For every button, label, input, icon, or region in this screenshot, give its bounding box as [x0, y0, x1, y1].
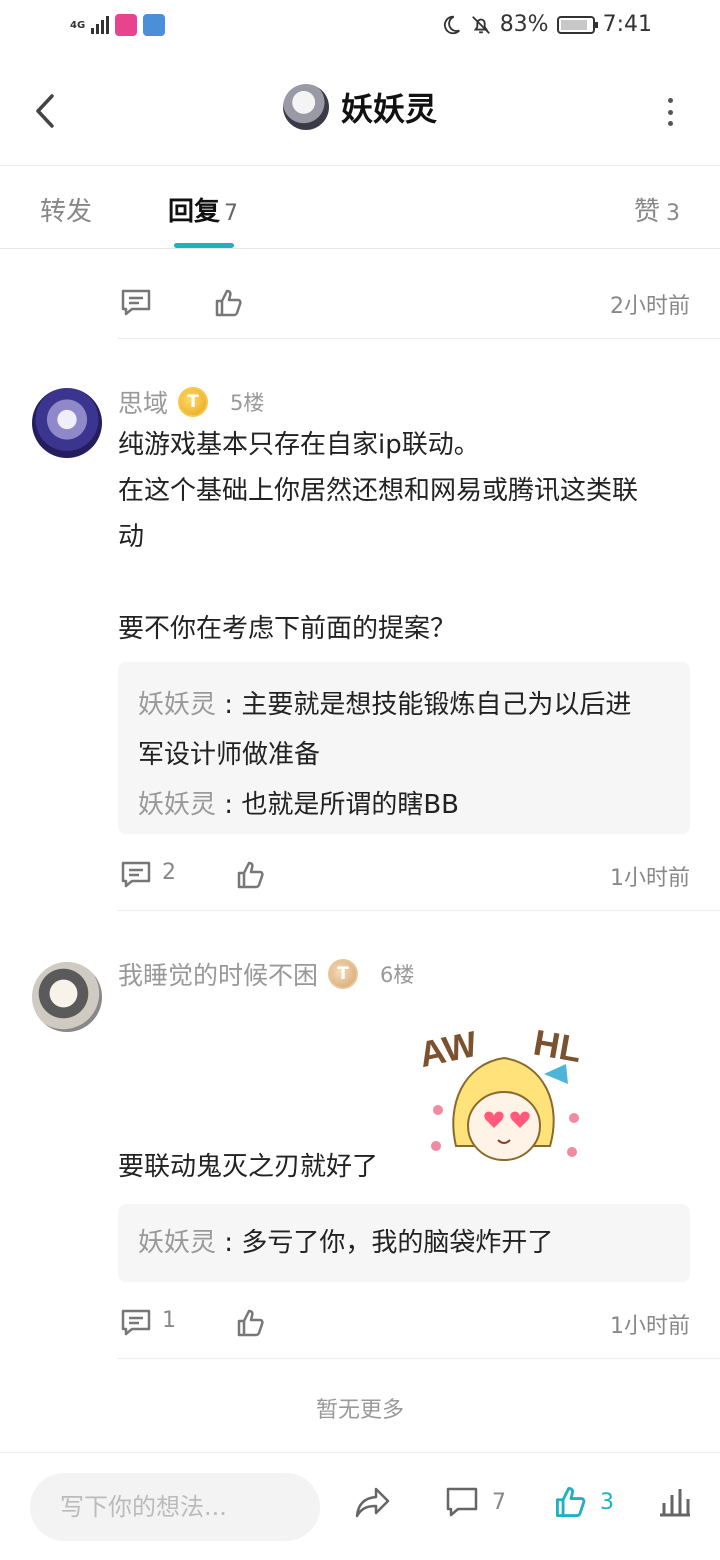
comment-bubble-icon [446, 1487, 478, 1517]
more-options-icon[interactable] [664, 98, 676, 126]
post-line: 动 [118, 522, 145, 552]
divider [118, 910, 720, 911]
tab-bar: 转发 回复 7 赞3 [0, 167, 720, 249]
level-badge-icon: T [178, 387, 209, 417]
action-row: 2小时前 [118, 282, 690, 322]
post-line: 在这个基础上你居然还想和网易或腾讯这类联 [118, 476, 639, 506]
comment-count: 2 [162, 860, 176, 885]
sub-replies[interactable]: 妖妖灵 : 主要就是想技能锻炼自己为以后进 军设计师做准备 妖妖灵 : 也就是所… [118, 662, 690, 834]
comment-button[interactable]: 7 [444, 1485, 506, 1519]
bar-chart-icon [660, 1489, 690, 1517]
post-body: 要联动鬼灭之刃就好了 [118, 1144, 690, 1190]
post-line: 要联动鬼灭之刃就好了 [118, 1152, 379, 1182]
moon-icon [443, 15, 460, 34]
comment-count: 7 [492, 1489, 506, 1515]
post-line: 纯游戏基本只存在自家ip联动。 [118, 430, 480, 460]
battery-icon [556, 15, 598, 34]
mute-bell-icon [471, 15, 490, 34]
tab-repost[interactable]: 转发 [40, 191, 92, 228]
clock: 7:41 [602, 12, 652, 37]
like-icon[interactable] [236, 860, 266, 890]
reply-input[interactable]: 写下你的想法... [30, 1473, 320, 1541]
bottom-bar: 写下你的想法... 7 3 [0, 1452, 720, 1560]
no-more-label: 暂无更多 [315, 1398, 404, 1423]
action-row: 2 1小时前 [118, 854, 690, 894]
like-button[interactable]: 3 [554, 1485, 614, 1519]
page-title: 妖妖灵 [340, 90, 437, 128]
like-icon[interactable] [236, 1308, 266, 1338]
network-type: 4G [70, 19, 86, 31]
divider [118, 1358, 720, 1359]
floor-number: 6楼 [380, 963, 415, 987]
timestamp: 1小时前 [610, 1314, 690, 1339]
sub-reply-continued: 军设计师做准备 [138, 740, 321, 770]
tab-like[interactable]: 赞3 [634, 191, 680, 228]
floor-number: 5楼 [230, 391, 265, 415]
user-avatar[interactable] [282, 84, 329, 130]
like-count: 3 [600, 1489, 614, 1515]
sub-replies[interactable]: 妖妖灵 : 多亏了你，我的脑袋炸开了 [118, 1204, 690, 1282]
action-row: 1 1小时前 [118, 1302, 690, 1342]
sub-reply: 妖妖灵 : 主要就是想技能锻炼自己为以后进 [138, 690, 632, 720]
tab-reply[interactable]: 回复 7 [168, 191, 238, 228]
avatar[interactable] [32, 962, 102, 1032]
status-bar: 4G 83% 7:41 [0, 0, 720, 56]
share-button[interactable] [354, 1485, 392, 1519]
app-notification-icon [143, 14, 166, 36]
post-line: 要不你在考虑下前面的提案？ [118, 614, 457, 644]
svg-text:HL: HL [531, 1021, 585, 1070]
comment-icon[interactable] [120, 1308, 152, 1338]
comment-icon[interactable] [120, 288, 152, 318]
stats-button[interactable] [656, 1485, 692, 1517]
app-notification-icon [115, 14, 138, 36]
post-body: 纯游戏基本只存在自家ip联动。 在这个基础上你居然还想和网易或腾讯这类联 动 要… [118, 422, 690, 652]
author-name[interactable]: 我睡觉的时候不困 [118, 956, 318, 992]
battery-percent: 83% [499, 12, 549, 37]
timestamp: 2小时前 [610, 294, 690, 319]
avatar[interactable] [32, 388, 102, 458]
share-arrow-icon [355, 1487, 390, 1518]
signal-icon [91, 16, 110, 34]
divider [118, 338, 720, 339]
active-tab-indicator [174, 243, 234, 248]
level-badge-icon: T [328, 959, 359, 989]
comment-icon[interactable] [120, 860, 152, 890]
like-icon[interactable] [214, 288, 244, 318]
timestamp: 1小时前 [610, 866, 690, 891]
thumbs-up-icon [555, 1486, 586, 1518]
author-name[interactable]: 思域 [118, 384, 168, 420]
header: 妖妖灵 [0, 56, 720, 166]
svg-text:AW: AW [416, 1023, 481, 1075]
sub-reply: 妖妖灵 : 也就是所谓的瞎BB [138, 790, 459, 820]
comment-count: 1 [162, 1308, 176, 1333]
sub-reply: 妖妖灵 : 多亏了你，我的脑袋炸开了 [138, 1228, 554, 1258]
